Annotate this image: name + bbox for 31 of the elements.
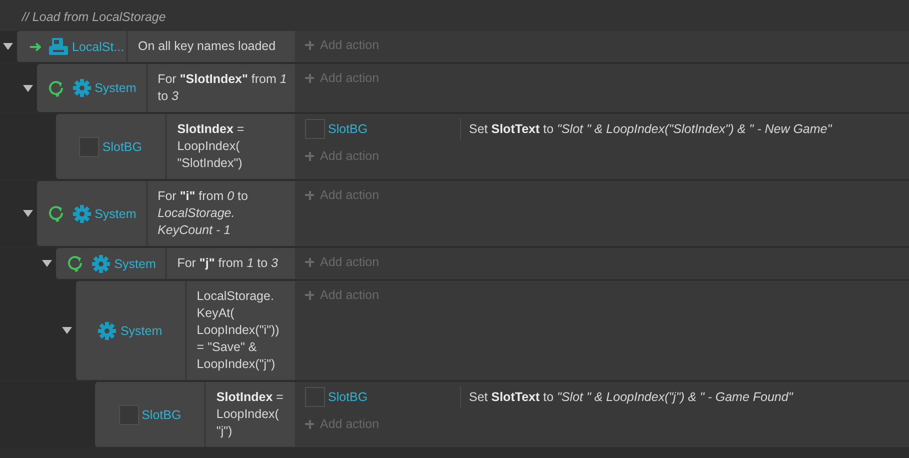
condition-text: For "j" from 1 to 3	[176, 255, 279, 272]
sprite-thumbnail	[305, 119, 325, 139]
object-name: SlotBG	[328, 122, 368, 136]
condition-text: For "i" from 0 to LocalStorage. KeyCount - 1	[156, 188, 249, 239]
condition-text: LocalStorage.KeyAt(LoopIndex("i")) = "Save" & LoopIndex("j")	[196, 288, 280, 373]
action-text: Set SlotText to "Slot " & LoopIndex("SlotIndex") & " - New Game"	[468, 122, 832, 136]
object-name: System	[94, 81, 136, 95]
gear-icon	[72, 204, 91, 222]
condition-text: SlotIndex = LoopIndex("j")	[215, 389, 284, 440]
object-name: SlotBG	[328, 390, 368, 404]
sprite-thumbnail	[79, 136, 100, 156]
condition-text: SlotIndex = LoopIndex("SlotIndex")	[176, 121, 246, 172]
condition-text: For "SlotIndex" from 1 to 3	[156, 71, 288, 105]
object-name: System	[120, 324, 162, 338]
storage-icon	[49, 38, 68, 55]
object-name: SlotBG	[142, 408, 182, 422]
sprite-thumbnail	[305, 387, 325, 407]
sprite-thumbnail	[118, 404, 139, 424]
loop-icon	[48, 80, 65, 96]
action-text: Set SlotText to "Slot " & LoopIndex("j") & " - Game Found"	[468, 390, 793, 404]
object-name: SlotBG	[102, 140, 142, 154]
gear-icon	[72, 79, 91, 97]
loop-icon	[48, 205, 65, 222]
comment-text: // Load from LocalStorage	[0, 0, 909, 31]
object-name: LocalSt...	[72, 40, 124, 54]
gear-icon	[98, 322, 116, 340]
object-name: System	[94, 206, 136, 220]
object-name: System	[114, 256, 156, 270]
loop-icon	[68, 255, 84, 272]
condition-text: On all key names loaded	[137, 38, 277, 55]
gear-icon	[92, 254, 110, 272]
